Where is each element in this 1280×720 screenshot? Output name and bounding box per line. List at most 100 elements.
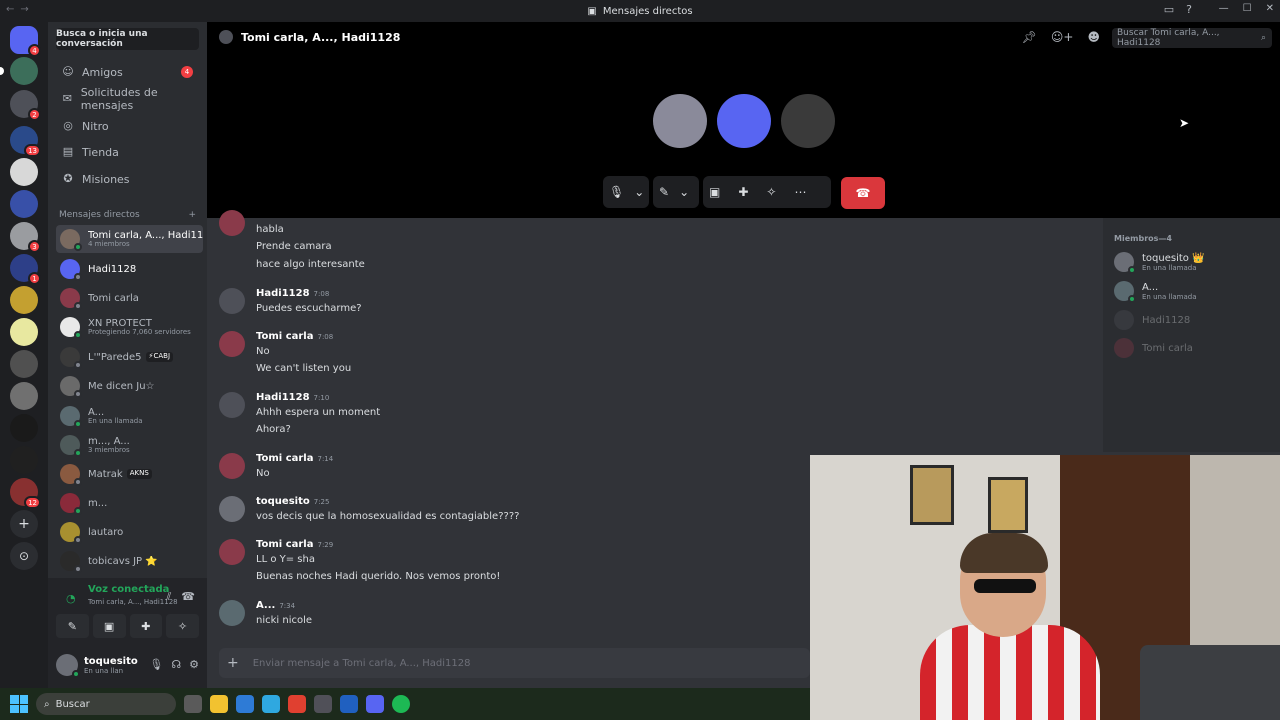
avatar[interactable] [219, 288, 245, 314]
taskbar-search[interactable]: ⌕ Buscar [36, 693, 176, 715]
store-icon[interactable] [236, 695, 254, 713]
avatar[interactable] [56, 654, 80, 678]
server-icon[interactable]: 3 [10, 222, 41, 253]
chevron-down-icon[interactable]: ⌄ [679, 185, 689, 199]
member-item[interactable]: Hadi1128 [1114, 308, 1274, 332]
activities-icon[interactable]: ✚ [738, 185, 748, 199]
app-icon[interactable] [340, 695, 358, 713]
soundboard-button[interactable]: ✧ [166, 614, 199, 638]
server-icon[interactable] [10, 414, 38, 442]
spotify-icon[interactable] [392, 695, 410, 713]
headphones-icon[interactable]: ☊ [171, 658, 181, 671]
message-author[interactable]: Hadi1128 [256, 288, 310, 299]
server-icon[interactable] [10, 350, 38, 378]
inbox-icon[interactable]: ▭ [1164, 3, 1174, 16]
nav-nitro[interactable]: ◎ Nitro [56, 114, 199, 138]
participant-avatar[interactable] [717, 94, 771, 148]
avatar[interactable] [219, 392, 245, 418]
discord-icon[interactable] [366, 695, 384, 713]
message-input[interactable]: + Enviar mensaje a Tomi carla, A..., Had… [219, 648, 810, 678]
server-icon[interactable] [10, 382, 38, 410]
nav-quests[interactable]: ✪ Misiones [56, 167, 199, 191]
create-dm-icon[interactable]: + [188, 210, 196, 220]
screen-share-button[interactable]: ▣ [92, 614, 126, 638]
member-item[interactable]: A... En una llamada [1114, 279, 1274, 303]
home-button[interactable]: 4 [10, 26, 41, 57]
dm-item[interactable]: lautaro [56, 518, 203, 546]
mute-button[interactable]: 🎙︎ ⌄ [603, 176, 649, 208]
participant-avatar[interactable] [781, 94, 835, 148]
members-icon[interactable]: ☻ [1087, 30, 1100, 44]
participant-avatar[interactable] [653, 94, 707, 148]
obs-icon[interactable] [314, 695, 332, 713]
server-icon[interactable]: 1 [10, 254, 41, 285]
taskview-icon[interactable] [184, 695, 202, 713]
help-icon[interactable]: ? [1186, 3, 1192, 16]
server-icon[interactable] [10, 190, 38, 218]
server-icon[interactable] [0, 57, 38, 85]
close-button[interactable]: ✕ [1266, 3, 1274, 14]
server-icon[interactable] [10, 446, 38, 474]
add-server-icon[interactable]: + [10, 510, 38, 538]
voice-status[interactable]: Voz conectada [88, 584, 169, 595]
pin-icon[interactable]: 📌︎ [1022, 30, 1037, 44]
more-icon[interactable]: ⋯ [794, 185, 806, 199]
soundboard-icon[interactable]: ✧ [766, 185, 776, 199]
dm-item[interactable]: Hadi1128 [56, 255, 203, 283]
member-item[interactable]: toquesito 👑 En una llamada [1114, 250, 1274, 274]
screen-share-icon[interactable]: ▣ [709, 185, 720, 199]
server-icon[interactable]: 13 [10, 126, 41, 157]
attach-icon[interactable]: + [227, 655, 239, 671]
dm-item[interactable]: L'"Parede5 ⚡CABJ [56, 343, 203, 371]
end-call-button[interactable]: ☎ [841, 177, 885, 209]
avatar[interactable] [219, 331, 245, 357]
add-friends-icon[interactable]: ☺+ [1051, 30, 1074, 44]
explore-icon[interactable]: ⊙ [10, 542, 38, 570]
avatar[interactable] [219, 600, 245, 626]
message-author[interactable]: toquesito [256, 496, 310, 507]
dm-item[interactable]: tobicavs JP ⭐ [56, 547, 203, 575]
member-item[interactable]: Tomi carla [1114, 336, 1274, 360]
server-icon[interactable] [10, 158, 38, 186]
minimize-button[interactable]: — [1219, 3, 1229, 14]
edge-icon[interactable] [262, 695, 280, 713]
dm-item[interactable]: A... En una llamada [56, 402, 203, 430]
search-input[interactable]: Buscar Tomi carla, A..., Hadi1128 ⌕ [1112, 28, 1272, 48]
server-icon[interactable] [10, 318, 38, 346]
avatar[interactable] [219, 496, 245, 522]
nav-shop[interactable]: ▤ Tienda [56, 140, 199, 164]
message-author[interactable]: Hadi1128 [256, 392, 310, 403]
dm-item[interactable]: Tomi carla [56, 284, 203, 312]
microphone-icon[interactable]: 🎙︎ [149, 658, 163, 671]
dm-item[interactable]: XN PROTECT Protegiendo 7,060 servidores [56, 313, 203, 341]
server-icon[interactable]: 2 [10, 90, 41, 121]
dm-item-group[interactable]: Tomi carla, A..., Hadi11... 4 miembros [56, 225, 203, 253]
chevron-down-icon[interactable]: ⌄ [634, 185, 644, 199]
activities-button[interactable]: ✚ [129, 614, 163, 638]
message-author[interactable]: Tomi carla [256, 331, 313, 342]
dm-item[interactable]: Matrak AKNS [56, 460, 203, 488]
avatar[interactable] [219, 453, 245, 479]
dm-item[interactable]: Me dicen Ju☆ [56, 372, 203, 400]
avatar[interactable] [219, 210, 245, 236]
gear-icon[interactable]: ⚙ [189, 658, 199, 671]
chrome-icon[interactable] [288, 695, 306, 713]
find-conversation-button[interactable]: Busca o inicia una conversación [56, 28, 199, 50]
file-explorer-icon[interactable] [210, 695, 228, 713]
message-author[interactable]: A... [256, 600, 275, 611]
avatar[interactable] [219, 539, 245, 565]
dm-item[interactable]: m..., A... 3 miembros [56, 431, 203, 459]
message-author[interactable]: Tomi carla [256, 539, 313, 550]
nav-friends[interactable]: ☺ Amigos 4 [56, 60, 199, 84]
server-icon[interactable]: 12 [10, 478, 41, 509]
camera-off-button[interactable]: ✎ [56, 614, 89, 638]
camera-button[interactable]: ✎ ⌄ [653, 176, 699, 208]
windows-start-icon[interactable] [10, 695, 28, 713]
noise-suppression-icon[interactable]: ⫽ [166, 590, 171, 604]
message-author[interactable]: Tomi carla [256, 453, 313, 464]
dm-item[interactable]: m... [56, 489, 203, 517]
disconnect-icon[interactable]: ☎ [181, 590, 195, 604]
nav-message-requests[interactable]: ✉ Solicitudes de mensajes [56, 86, 199, 112]
maximize-button[interactable]: ☐ [1243, 3, 1252, 14]
history-nav[interactable]: ←→ [6, 4, 35, 15]
